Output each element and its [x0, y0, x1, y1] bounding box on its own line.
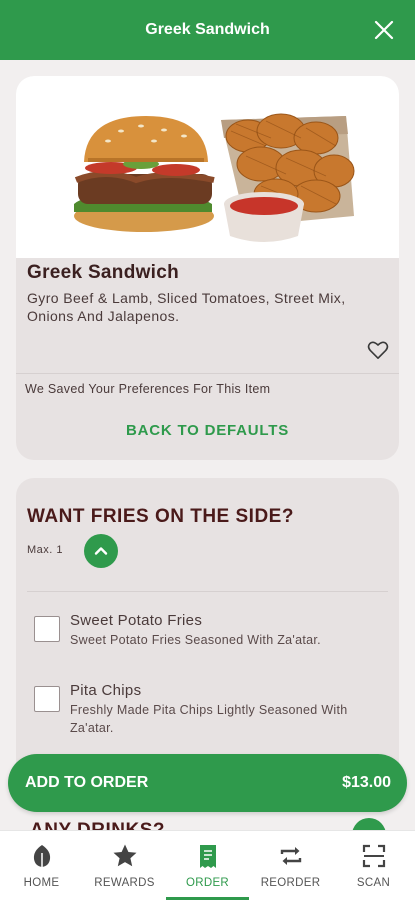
leaf-icon — [33, 845, 50, 867]
nav-label: ORDER — [185, 877, 230, 889]
bottom-nav: HOME REWARDS ORDER REORDER SCAN — [0, 830, 415, 900]
nav-reorder[interactable]: REORDER — [249, 831, 332, 900]
repeat-icon — [280, 847, 301, 865]
scan-icon — [362, 844, 385, 868]
option-description: Sweet Potato Fries Seasoned With Za'atar… — [70, 633, 321, 647]
nav-rewards[interactable]: REWARDS — [83, 831, 166, 900]
item-card: Greek Sandwich Gyro Beef & Lamb, Sliced … — [16, 76, 399, 460]
nav-label: HOME — [23, 877, 60, 889]
expand-section-button[interactable] — [352, 818, 386, 830]
nav-scan[interactable]: SCAN — [332, 831, 415, 900]
divider — [27, 591, 388, 592]
section-title: WANT FRIES ON THE SIDE? — [27, 506, 294, 527]
nav-order[interactable]: ORDER — [166, 831, 249, 900]
nav-label: REWARDS — [94, 877, 155, 889]
star-icon — [113, 844, 136, 867]
page-title: Greek Sandwich — [145, 21, 270, 38]
fries-section-card: WANT FRIES ON THE SIDE? Max. 1 Sweet Pot… — [16, 478, 399, 778]
heart-outline-icon[interactable] — [367, 340, 389, 360]
next-section-title: ANY DRINKS? — [30, 820, 165, 830]
order-price: $13.00 — [342, 774, 391, 791]
chevron-up-icon — [94, 547, 108, 555]
option-name: Pita Chips — [70, 682, 142, 699]
checkbox[interactable] — [34, 686, 60, 712]
next-section-peek: ANY DRINKS? — [0, 818, 415, 830]
option-sweet-potato-fries[interactable]: Sweet Potato Fries Sweet Potato Fries Se… — [34, 612, 388, 649]
add-to-order-button[interactable]: ADD TO ORDER $13.00 — [8, 754, 407, 812]
item-name: Greek Sandwich — [27, 262, 180, 283]
nav-label: REORDER — [260, 877, 321, 889]
add-to-order-label: ADD TO ORDER — [25, 774, 149, 791]
preferences-note: We Saved Your Preferences For This Item — [25, 382, 271, 396]
option-pita-chips[interactable]: Pita Chips Freshly Made Pita Chips Light… — [34, 682, 388, 737]
back-to-defaults-button[interactable]: BACK TO DEFAULTS — [16, 422, 399, 439]
option-description: Freshly Made Pita Chips Lightly Seasoned… — [70, 703, 348, 735]
top-bar: Greek Sandwich — [0, 0, 415, 60]
close-icon[interactable] — [373, 19, 395, 41]
divider — [16, 373, 399, 374]
nav-home[interactable]: HOME — [0, 831, 83, 900]
collapse-section-button[interactable] — [84, 534, 118, 568]
nav-label: SCAN — [356, 877, 391, 889]
checkbox[interactable] — [34, 616, 60, 642]
item-image — [16, 76, 399, 258]
option-name: Sweet Potato Fries — [70, 612, 203, 629]
item-description: Gyro Beef & Lamb, Sliced Tomatoes, Stree… — [27, 290, 346, 324]
max-selection-label: Max. 1 — [27, 544, 64, 556]
receipt-icon — [199, 845, 216, 868]
